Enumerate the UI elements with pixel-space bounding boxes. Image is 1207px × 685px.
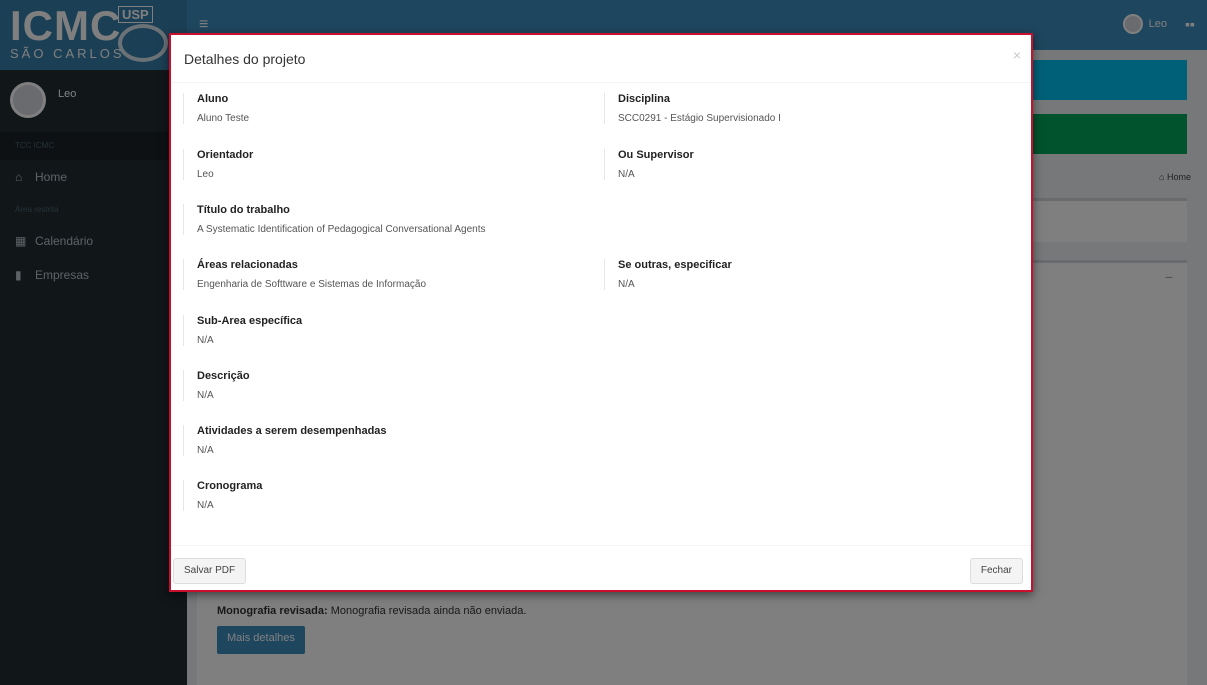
field-cronograma: Cronograma N/A [183,480,262,511]
field-value: Engenharia de Softtware e Sistemas de In… [197,279,427,290]
field-label: Atividades a serem desempenhadas [197,425,387,437]
field-label: Cronograma [197,480,263,492]
field-label: Ou Supervisor [618,149,694,161]
field-value: SCC0291 - Estágio Supervisionado I [618,113,781,124]
field-label: Título do trabalho [197,204,290,216]
field-label: Orientador [197,149,254,161]
field-label: Sub-Area específica [197,315,303,327]
close-button[interactable]: Fechar [969,558,1023,584]
modal-footer: Salvar PDF Fechar [171,545,1031,592]
field-subarea: Sub-Area específica N/A [183,315,302,346]
save-pdf-button[interactable]: Salvar PDF [173,558,247,584]
field-value: N/A [618,169,635,180]
field-value: N/A [197,500,214,511]
field-value: Aluno Teste [197,113,250,124]
field-titulo: Título do trabalho A Systematic Identifi… [183,204,486,235]
field-aluno: Aluno Aluno Teste [183,93,249,124]
close-icon[interactable]: × [1013,47,1021,63]
field-orientador: Orientador Leo [183,149,253,180]
field-label: Áreas relacionadas [197,259,298,271]
field-value: A Systematic Identification of Pedagogic… [197,224,486,235]
field-value: N/A [197,335,214,346]
modal-title: Detalhes do projeto [184,51,306,67]
field-value: Leo [197,169,214,180]
field-outras: Se outras, especificar N/A [604,259,732,290]
field-label: Disciplina [618,93,670,105]
project-details-modal: Detalhes do projeto × Aluno Aluno Teste … [169,33,1033,592]
field-value: N/A [197,445,214,456]
modal-header: Detalhes do projeto × [171,35,1031,83]
field-value: N/A [197,390,214,401]
field-disciplina: Disciplina SCC0291 - Estágio Supervision… [604,93,781,124]
field-areas: Áreas relacionadas Engenharia de Softtwa… [183,259,426,290]
field-atividades: Atividades a serem desempenhadas N/A [183,425,387,456]
field-label: Aluno [197,93,229,105]
field-value: N/A [618,279,635,290]
field-supervisor: Ou Supervisor N/A [604,149,694,180]
field-label: Descrição [197,370,250,382]
field-descricao: Descrição N/A [183,370,250,401]
field-label: Se outras, especificar [618,259,732,271]
